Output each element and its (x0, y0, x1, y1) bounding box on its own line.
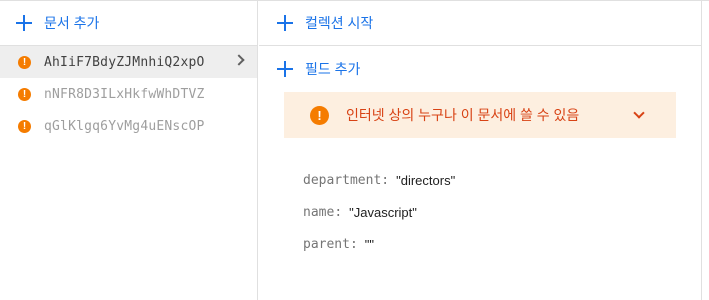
field-value: "" (364, 236, 375, 252)
chevron-right-icon (233, 54, 245, 66)
plus-icon (277, 61, 293, 77)
document-detail-column: 컬렉션 시작 필드 추가 ! 인터넷 상의 누구나 이 문서에 쓸 수 있음 d… (259, 1, 702, 300)
warning-message: 인터넷 상의 누구나 이 문서에 쓸 수 있음 (346, 107, 580, 123)
document-list-item[interactable]: ! qGlKlgq6YvMg4uENscOP (0, 110, 257, 142)
documents-column: 문서 추가 ! AhIiF7BdyZJMnhiQ2xpO ! nNFR8D3IL… (0, 1, 258, 300)
warning-icon: ! (18, 119, 31, 133)
field-value: "directors" (396, 172, 456, 188)
right-divider (701, 0, 702, 300)
plus-icon (16, 15, 32, 31)
security-warning-banner[interactable]: ! 인터넷 상의 누구나 이 문서에 쓸 수 있음 (284, 92, 676, 138)
field-row[interactable]: name: "Javascript" (303, 196, 455, 228)
warning-icon: ! (18, 87, 31, 101)
start-collection-button[interactable]: 컬렉션 시작 (259, 1, 702, 45)
document-list-item[interactable]: ! nNFR8D3ILxHkfwWhDTVZ (0, 78, 257, 110)
field-list: department: "directors" name: "Javascrip… (303, 164, 455, 260)
field-colon: : (349, 236, 358, 252)
divider (259, 45, 702, 46)
field-key: department (303, 172, 382, 188)
warning-icon: ! (310, 105, 329, 125)
field-colon: : (381, 172, 390, 188)
field-row[interactable]: parent: "" (303, 228, 455, 260)
add-document-label: 문서 추가 (44, 15, 100, 31)
field-value: "Javascript" (349, 204, 417, 220)
warning-icon: ! (18, 55, 31, 69)
field-row[interactable]: department: "directors" (303, 164, 455, 196)
document-list: ! AhIiF7BdyZJMnhiQ2xpO ! nNFR8D3ILxHkfwW… (0, 46, 257, 142)
plus-icon (277, 15, 293, 31)
document-id: nNFR8D3ILxHkfwWhDTVZ (44, 86, 205, 102)
start-collection-label: 컬렉션 시작 (305, 15, 374, 31)
field-key: name (303, 204, 335, 220)
field-colon: : (334, 204, 343, 220)
firestore-document-panel: 문서 추가 ! AhIiF7BdyZJMnhiQ2xpO ! nNFR8D3IL… (0, 0, 709, 300)
document-list-item[interactable]: ! AhIiF7BdyZJMnhiQ2xpO (0, 46, 257, 78)
add-field-button[interactable]: 필드 추가 (259, 47, 702, 91)
field-key: parent (303, 236, 350, 252)
chevron-down-icon[interactable] (633, 107, 645, 119)
document-id: AhIiF7BdyZJMnhiQ2xpO (44, 54, 205, 70)
add-document-button[interactable]: 문서 추가 (0, 1, 257, 45)
document-id: qGlKlgq6YvMg4uENscOP (44, 118, 205, 134)
add-field-label: 필드 추가 (305, 61, 361, 77)
